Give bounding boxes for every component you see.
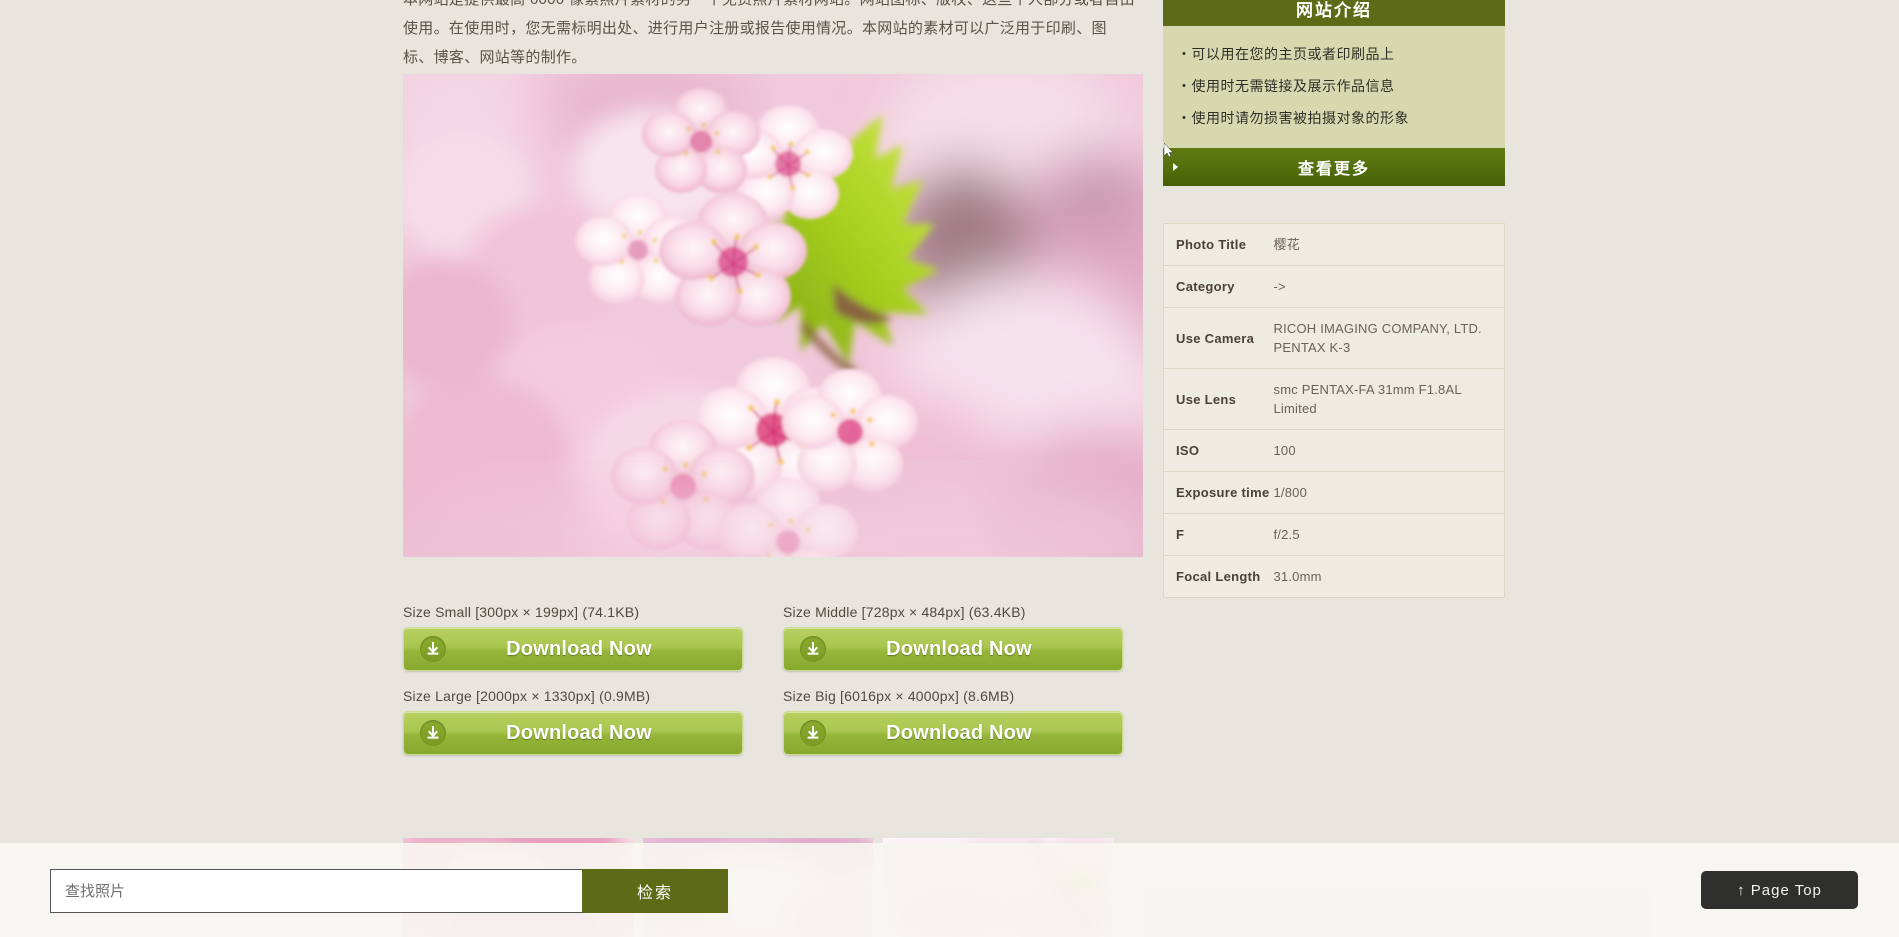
cherry-blossom-image — [403, 74, 1143, 557]
photo-metadata-table: Photo Title 樱花 Category -> Use Camera RI… — [1163, 223, 1505, 598]
meta-value-photo-title: 樱花 — [1273, 237, 1300, 252]
download-button-label: Download Now — [506, 637, 652, 660]
meta-value-category[interactable]: -> — [1274, 266, 1505, 308]
site-intro-body: ・可以用在您的主页或者印刷品上 ・使用时无需链接及展示作品信息 ・使用时请勿损害… — [1163, 26, 1505, 148]
view-more-button[interactable]: 查看更多 — [1163, 148, 1505, 186]
meta-value-focal-length: 31.0mm — [1273, 569, 1322, 584]
size-label-middle: Size Middle [728px × 484px] (63.4KB) — [783, 604, 1026, 620]
page-top-button[interactable]: ↑ Page Top — [1701, 871, 1858, 909]
site-intro-bullet-1: ・可以用在您的主页或者印刷品上 — [1177, 46, 1395, 62]
meta-value-exposure-time: 1/800 — [1273, 485, 1308, 500]
site-intro-title: 网站介绍 — [1163, 0, 1505, 26]
size-label-big: Size Big [6016px × 4000px] (8.6MB) — [783, 688, 1015, 704]
meta-key-focal-length: Focal Length — [1176, 569, 1261, 584]
meta-key-iso: ISO — [1176, 443, 1200, 458]
site-intro-bullet-3: ・使用时请勿损害被拍摄对象的形象 — [1177, 110, 1409, 126]
size-label-small: Size Small [300px × 199px] (74.1KB) — [403, 604, 640, 620]
download-button-small[interactable]: Download Now — [403, 627, 743, 671]
meta-value-f: f/2.5 — [1273, 527, 1300, 542]
intro-line-clipped: 本网站是提供最高 6000 像素照片素材的另一个免费照片素材网站。网站图标、版权… — [403, 0, 1143, 14]
download-button-label: Download Now — [886, 721, 1032, 744]
search-form: 检索 — [50, 869, 728, 913]
download-cell-middle: Size Middle [728px × 484px] (63.4KB) Dow… — [783, 604, 1143, 671]
download-cell-large: Size Large [2000px × 1330px] (0.9MB) Dow… — [403, 688, 763, 755]
table-row: Photo Title 樱花 — [1163, 224, 1505, 266]
search-button[interactable]: 检索 — [582, 869, 728, 913]
download-arrow-icon — [800, 636, 826, 662]
table-row: Exposure time 1/800 — [1163, 472, 1505, 514]
site-intro-bullet-2: ・使用时无需链接及展示作品信息 — [1177, 78, 1395, 94]
meta-value-iso: 100 — [1273, 443, 1296, 458]
intro-line-3: 标、博客、网站等的制作。 — [403, 49, 587, 66]
meta-key-use-lens: Use Lens — [1176, 391, 1237, 407]
size-label-large: Size Large [2000px × 1330px] (0.9MB) — [403, 688, 651, 704]
page-root: 本网站是提供最高 6000 像素照片素材的另一个免费照片素材网站。网站图标、版权… — [0, 0, 1899, 937]
page-top-label: ↑ Page Top — [1737, 881, 1822, 899]
view-more-label: 查看更多 — [1297, 161, 1370, 178]
site-intro-panel: 网站介绍 ・可以用在您的主页或者印刷品上 ・使用时无需链接及展示作品信息 ・使用… — [1163, 0, 1505, 186]
download-arrow-icon — [420, 636, 446, 662]
meta-value-use-lens: smc PENTAX-FA 31mm F1.8AL Limited — [1273, 382, 1462, 416]
download-grid: Size Small [300px × 199px] (74.1KB) Down… — [403, 604, 1143, 755]
table-row: Category -> — [1163, 266, 1505, 308]
download-cell-small: Size Small [300px × 199px] (74.1KB) Down… — [403, 604, 763, 671]
table-row: F f/2.5 — [1163, 514, 1505, 556]
intro-paragraph: 本网站是提供最高 6000 像素照片素材的另一个免费照片素材网站。网站图标、版权… — [403, 0, 1143, 72]
table-row: ISO 100 — [1163, 430, 1505, 472]
download-button-label: Download Now — [506, 721, 652, 744]
download-section: Size Small [300px × 199px] (74.1KB) Down… — [403, 604, 1143, 755]
download-button-label: Download Now — [886, 637, 1032, 660]
meta-key-exposure-time: Exposure time — [1176, 485, 1270, 500]
download-arrow-icon — [800, 720, 826, 746]
table-row: Use Lens smc PENTAX-FA 31mm F1.8AL Limit… — [1163, 369, 1505, 430]
meta-value-use-camera: RICOH IMAGING COMPANY, LTD. PENTAX K-3 — [1273, 321, 1482, 355]
intro-line-1: 本网站是提供最高 6000 像素照片素材的另一个免费照片素材网站。网站图标、版权… — [403, 0, 1135, 14]
download-cell-big: Size Big [6016px × 4000px] (8.6MB) Downl… — [783, 688, 1143, 755]
meta-key-photo-title: Photo Title — [1176, 237, 1247, 252]
download-button-middle[interactable]: Download Now — [783, 627, 1123, 671]
table-row: Focal Length 31.0mm — [1164, 556, 1505, 598]
bottom-search-bar: 检索 — [0, 843, 1899, 937]
chevron-right-icon — [1173, 163, 1178, 171]
hero-photo[interactable] — [403, 74, 1143, 557]
download-button-big[interactable]: Download Now — [783, 711, 1123, 755]
table-row: Use Camera RICOH IMAGING COMPANY, LTD. P… — [1163, 308, 1505, 369]
meta-key-category: Category — [1176, 279, 1235, 294]
main-column: 本网站是提供最高 6000 像素照片素材的另一个免费照片素材网站。网站图标、版权… — [403, 0, 1143, 72]
download-arrow-icon — [420, 720, 446, 746]
meta-key-f: F — [1176, 527, 1185, 542]
search-input[interactable] — [50, 869, 582, 913]
right-sidebar: 网站介绍 ・可以用在您的主页或者印刷品上 ・使用时无需链接及展示作品信息 ・使用… — [1163, 0, 1505, 598]
meta-key-use-camera: Use Camera — [1176, 330, 1255, 346]
intro-line-2: 使用。在使用时，您无需标明出处、进行用户注册或报告使用情况。本网站的素材可以广泛… — [403, 20, 1107, 37]
download-button-large[interactable]: Download Now — [403, 711, 743, 755]
